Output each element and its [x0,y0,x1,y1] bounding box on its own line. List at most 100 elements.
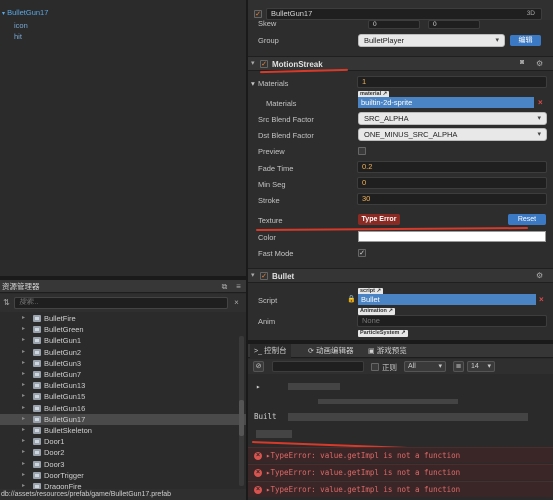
hierarchy-node-root[interactable]: ▾ BulletGun17 [2,7,48,18]
materials-item-label: Materials [266,99,297,108]
prefab-icon [33,460,41,468]
gear-icon[interactable]: ⚙ [536,271,543,280]
assets-search-input[interactable]: 搜索... [14,297,228,309]
expand-arrow-icon[interactable]: ▸ [22,335,25,346]
script-label: Script [258,296,278,305]
help-icon[interactable]: ◙ [520,59,524,66]
asset-item[interactable]: ▸ BulletSkeleton [0,425,246,436]
prefab-icon [33,326,41,334]
console-toolbar: ⊘ 正则 All ▾ ≣ 14 ▾ [248,359,553,374]
asset-item[interactable]: ▸ BulletGun15 [0,391,246,402]
src-blend-select[interactable]: SRC_ALPHA ▾ [358,112,547,125]
asset-item[interactable]: ▸ BulletGreen [0,324,246,335]
preview-label: Preview [258,147,285,156]
anim-field[interactable]: None [357,315,547,327]
expand-arrow-icon[interactable]: ▸ [256,382,261,391]
log-level-select[interactable]: All ▾ [404,361,446,372]
asset-item[interactable]: ▸ BulletGun3 [0,358,246,369]
collapse-arrow-icon[interactable]: ▾ [251,271,255,279]
close-icon[interactable]: × [232,298,241,307]
asset-item[interactable]: ▸ BulletGun7 [0,369,246,380]
remove-script-icon[interactable]: × [539,295,544,305]
asset-item[interactable]: ▸ Door3 [0,459,246,470]
expand-arrow-icon[interactable]: ▸ [22,380,25,391]
expand-arrow-icon[interactable]: ▸ [22,391,25,402]
expand-arrow-icon[interactable]: ▸ [22,470,25,481]
asset-item[interactable]: ▸ Door1 [0,436,246,447]
error-log-row[interactable]: × ▸TypeError: value.getImpl is not a func… [248,464,553,480]
collapse-logs-button[interactable]: ≣ [453,361,464,372]
expand-arrow-icon[interactable]: ▸ [22,403,25,414]
expand-arrow-icon[interactable]: ▾ [2,11,5,17]
tab-console[interactable]: >_ 控制台 [250,344,291,358]
color-swatch[interactable] [358,231,546,242]
expand-arrow-icon[interactable]: ▸ [22,447,25,458]
font-size-select[interactable]: 14 ▾ [467,361,495,372]
error-log-row[interactable]: × ▸TypeError: value.getImpl is not a func… [248,447,553,463]
stroke-input[interactable]: 30 [357,193,547,205]
bullet-enabled-checkbox[interactable]: ✓ [260,272,268,280]
fast-mode-checkbox[interactable]: ✓ [358,249,366,257]
hierarchy-node-icon[interactable]: icon [14,20,28,31]
tab-game-preview-label: 游戏预览 [376,346,407,355]
asset-item[interactable]: ▸ BulletGun1 [0,335,246,346]
copy-icon[interactable]: ⧉ [220,282,229,291]
group-select[interactable]: BulletPlayer ▾ [358,34,505,47]
prefab-icon [33,404,41,412]
expand-arrow-icon[interactable]: ▸ [22,436,25,447]
edit-group-button[interactable]: 编辑 [510,35,541,46]
expand-arrow-icon[interactable]: ▸ [22,358,25,369]
expand-arrow-icon[interactable]: ▸ [22,369,25,380]
remove-material-icon[interactable]: × [538,98,543,108]
skew-y-input[interactable]: 0 [428,20,480,29]
materials-count-input[interactable]: 1 [357,76,547,88]
tab-animation[interactable]: ⟳ 动画编辑器 [308,344,353,358]
fade-time-input[interactable]: 0.2 [357,161,547,173]
menu-icon[interactable]: ≡ [234,282,243,291]
node-name-input[interactable]: BulletGun17 3D [266,8,542,20]
asset-item[interactable]: ▸ BulletGun17 [0,413,246,425]
assets-scrollbar[interactable] [239,400,244,436]
assets-title: 资源管理器 [2,282,40,291]
materials-arrow-icon[interactable]: ▾ [251,79,255,88]
asset-item-label: DoorTrigger [44,470,84,480]
asset-item[interactable]: ▸ BulletFire [0,313,246,324]
asset-item[interactable]: ▸ BulletGun2 [0,347,246,358]
skew-x-input[interactable]: 0 [368,20,420,29]
motionstreak-enabled-checkbox[interactable]: ✓ [260,60,268,68]
expand-arrow-icon[interactable]: ▸ [22,459,25,470]
error-text: TypeError: value.getImpl is not a functi… [270,485,461,494]
expand-arrow-icon[interactable]: ▸ [22,425,25,436]
error-log-row[interactable]: × ▸TypeError: value.getImpl is not a func… [248,481,553,497]
asset-item-label: BulletGun1 [44,336,82,346]
regex-checkbox[interactable] [371,363,379,371]
asset-item[interactable]: ▸ BulletGun13 [0,380,246,391]
asset-item[interactable]: ▸ Door2 [0,447,246,458]
hierarchy-node-hit[interactable]: hit [14,31,22,42]
expand-arrow-icon[interactable]: ▸ [22,313,25,324]
expand-arrow-icon[interactable]: ▸ [22,347,25,358]
asset-item[interactable]: ▸ BulletGun16 [0,403,246,414]
3d-badge[interactable]: 3D [527,9,535,19]
clear-console-button[interactable]: ⊘ [253,361,264,372]
expand-arrow-icon[interactable]: ▸ [22,324,25,335]
expand-arrow-icon[interactable]: ▸ [22,414,25,425]
bullet-header[interactable]: ▾ ✓ Bullet ⚙ [248,268,553,283]
console-filter-input[interactable] [272,361,364,372]
material-asset-field[interactable]: builtin-2d-sprite [358,97,534,108]
asset-item[interactable]: ▸ DoorTrigger [0,470,246,481]
reset-texture-button[interactable]: Reset [508,214,546,225]
node-active-checkbox[interactable]: ✓ [254,10,262,18]
script-asset-field[interactable]: Bullet [358,294,536,305]
preview-checkbox[interactable] [358,147,366,155]
gear-icon[interactable]: ⚙ [536,59,543,68]
dst-blend-select[interactable]: ONE_MINUS_SRC_ALPHA ▾ [358,128,547,141]
min-seg-input[interactable]: 0 [357,177,547,189]
motionstreak-header[interactable]: ▾ ✓ MotionStreak ◙ ⚙ [248,56,553,71]
sort-icon[interactable]: ⇅ [2,298,11,307]
tab-game-preview[interactable]: ▣ 游戏预览 [368,344,407,358]
texture-field-error[interactable]: Type Error [358,214,400,225]
collapse-arrow-icon[interactable]: ▾ [251,59,255,67]
tab-console-label: 控制台 [264,346,287,355]
chevron-down-icon: ▾ [487,363,491,370]
